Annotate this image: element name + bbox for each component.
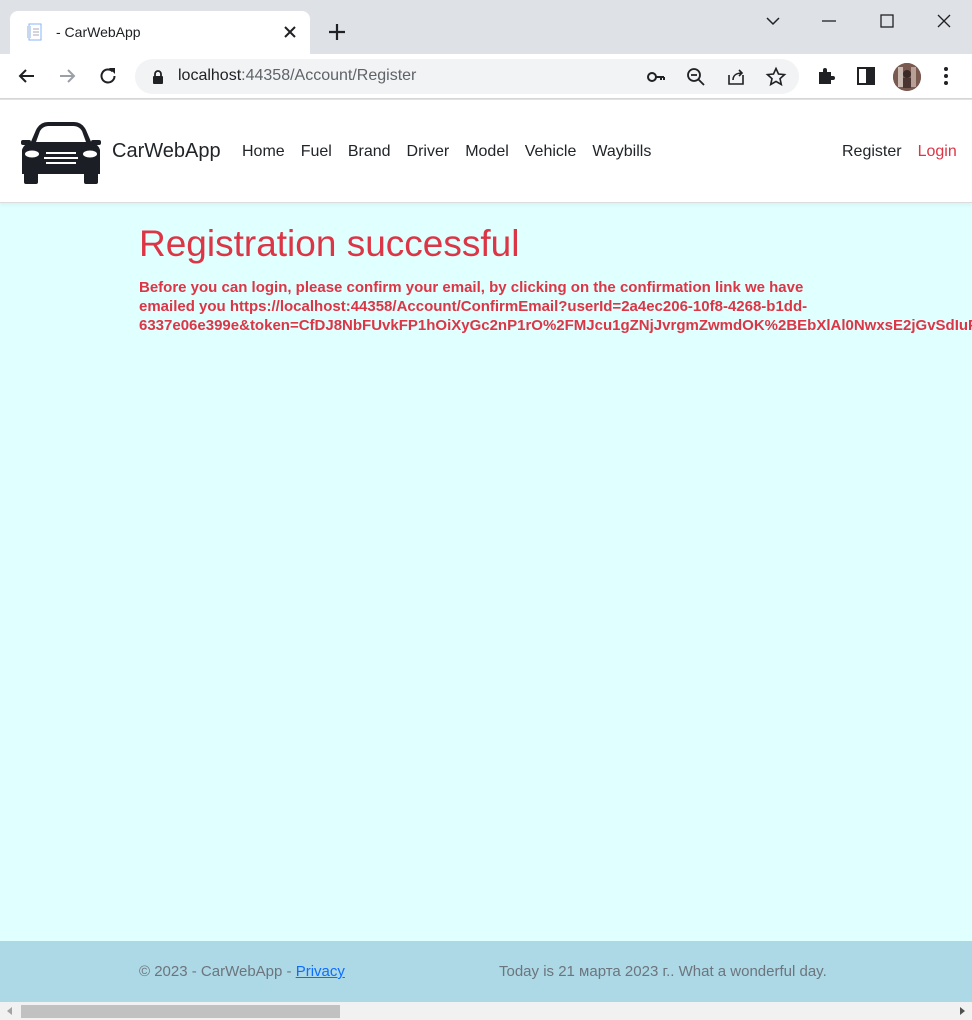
back-icon[interactable] xyxy=(15,64,39,88)
close-window-icon[interactable] xyxy=(933,10,955,32)
reload-icon[interactable] xyxy=(96,64,120,88)
nav-driver[interactable]: Driver xyxy=(407,143,450,161)
close-tab-icon[interactable] xyxy=(280,22,300,42)
profile-avatar[interactable] xyxy=(893,63,921,91)
nav-vehicle[interactable]: Vehicle xyxy=(525,143,577,161)
tab-search-icon[interactable] xyxy=(762,10,784,32)
nav-home[interactable]: Home xyxy=(242,143,285,161)
url-text[interactable]: localhost:44358/Account/Register xyxy=(178,67,416,85)
register-link[interactable]: Register xyxy=(842,143,902,161)
share-icon[interactable] xyxy=(725,66,747,88)
car-logo-icon[interactable] xyxy=(18,118,104,186)
nav-waybills[interactable]: Waybills xyxy=(592,143,651,161)
minimize-icon[interactable] xyxy=(818,10,840,32)
page-viewport: CarWebApp Home Fuel Brand Driver Model V… xyxy=(0,100,972,1002)
maximize-icon[interactable] xyxy=(876,10,898,32)
scroll-left-arrow-icon[interactable] xyxy=(5,1006,15,1016)
confirmation-link-line[interactable]: 6337e06e399e&token=CfDJ8NbFUvkFP1hOiXyGc… xyxy=(139,316,972,335)
horizontal-scrollbar[interactable] xyxy=(0,1002,972,1020)
main-content: Registration successful Before you can l… xyxy=(139,222,972,335)
page-title: Registration successful xyxy=(139,223,520,264)
tab-bar: - CarWebApp xyxy=(0,0,972,54)
browser-tab[interactable]: - CarWebApp xyxy=(10,11,310,54)
scroll-right-arrow-icon[interactable] xyxy=(957,1006,967,1016)
nav-brand[interactable]: Brand xyxy=(348,143,391,161)
menu-icon[interactable] xyxy=(934,64,958,88)
confirmation-link-line[interactable]: emailed you https://localhost:44358/Acco… xyxy=(139,297,839,316)
nav-model[interactable]: Model xyxy=(465,143,509,161)
browser-toolbar: localhost:44358/Account/Register xyxy=(0,54,972,99)
extensions-icon[interactable] xyxy=(814,64,838,88)
brand-link[interactable]: CarWebApp xyxy=(112,140,221,163)
forward-icon[interactable] xyxy=(55,64,79,88)
site-navbar: CarWebApp Home Fuel Brand Driver Model V… xyxy=(0,100,972,203)
profile-photo-icon xyxy=(893,63,921,91)
lock-icon[interactable] xyxy=(151,69,165,85)
bookmark-star-icon[interactable] xyxy=(765,66,787,88)
key-icon[interactable] xyxy=(645,66,667,88)
login-link[interactable]: Login xyxy=(918,143,957,161)
site-footer: © 2023 - CarWebApp - Privacy Today is 21… xyxy=(0,941,972,1002)
new-tab-icon[interactable] xyxy=(325,20,349,44)
tab-title: - CarWebApp xyxy=(56,24,141,40)
account-nav: Register Login xyxy=(842,143,957,161)
privacy-link[interactable]: Privacy xyxy=(296,963,345,980)
zoom-out-icon[interactable] xyxy=(685,66,707,88)
footer-copyright: © 2023 - CarWebApp - Privacy xyxy=(139,963,345,980)
confirmation-message: Before you can login, please confirm you… xyxy=(139,278,972,335)
address-bar[interactable]: localhost:44358/Account/Register xyxy=(135,59,799,94)
page-icon xyxy=(27,23,42,41)
side-panel-icon[interactable] xyxy=(854,64,878,88)
nav-fuel[interactable]: Fuel xyxy=(301,143,332,161)
message-line: Before you can login, please confirm you… xyxy=(139,279,804,296)
footer-date: Today is 21 марта 2023 г.. What a wonder… xyxy=(499,963,827,980)
main-nav: Home Fuel Brand Driver Model Vehicle Way… xyxy=(242,143,651,161)
scrollbar-thumb[interactable] xyxy=(21,1005,340,1018)
